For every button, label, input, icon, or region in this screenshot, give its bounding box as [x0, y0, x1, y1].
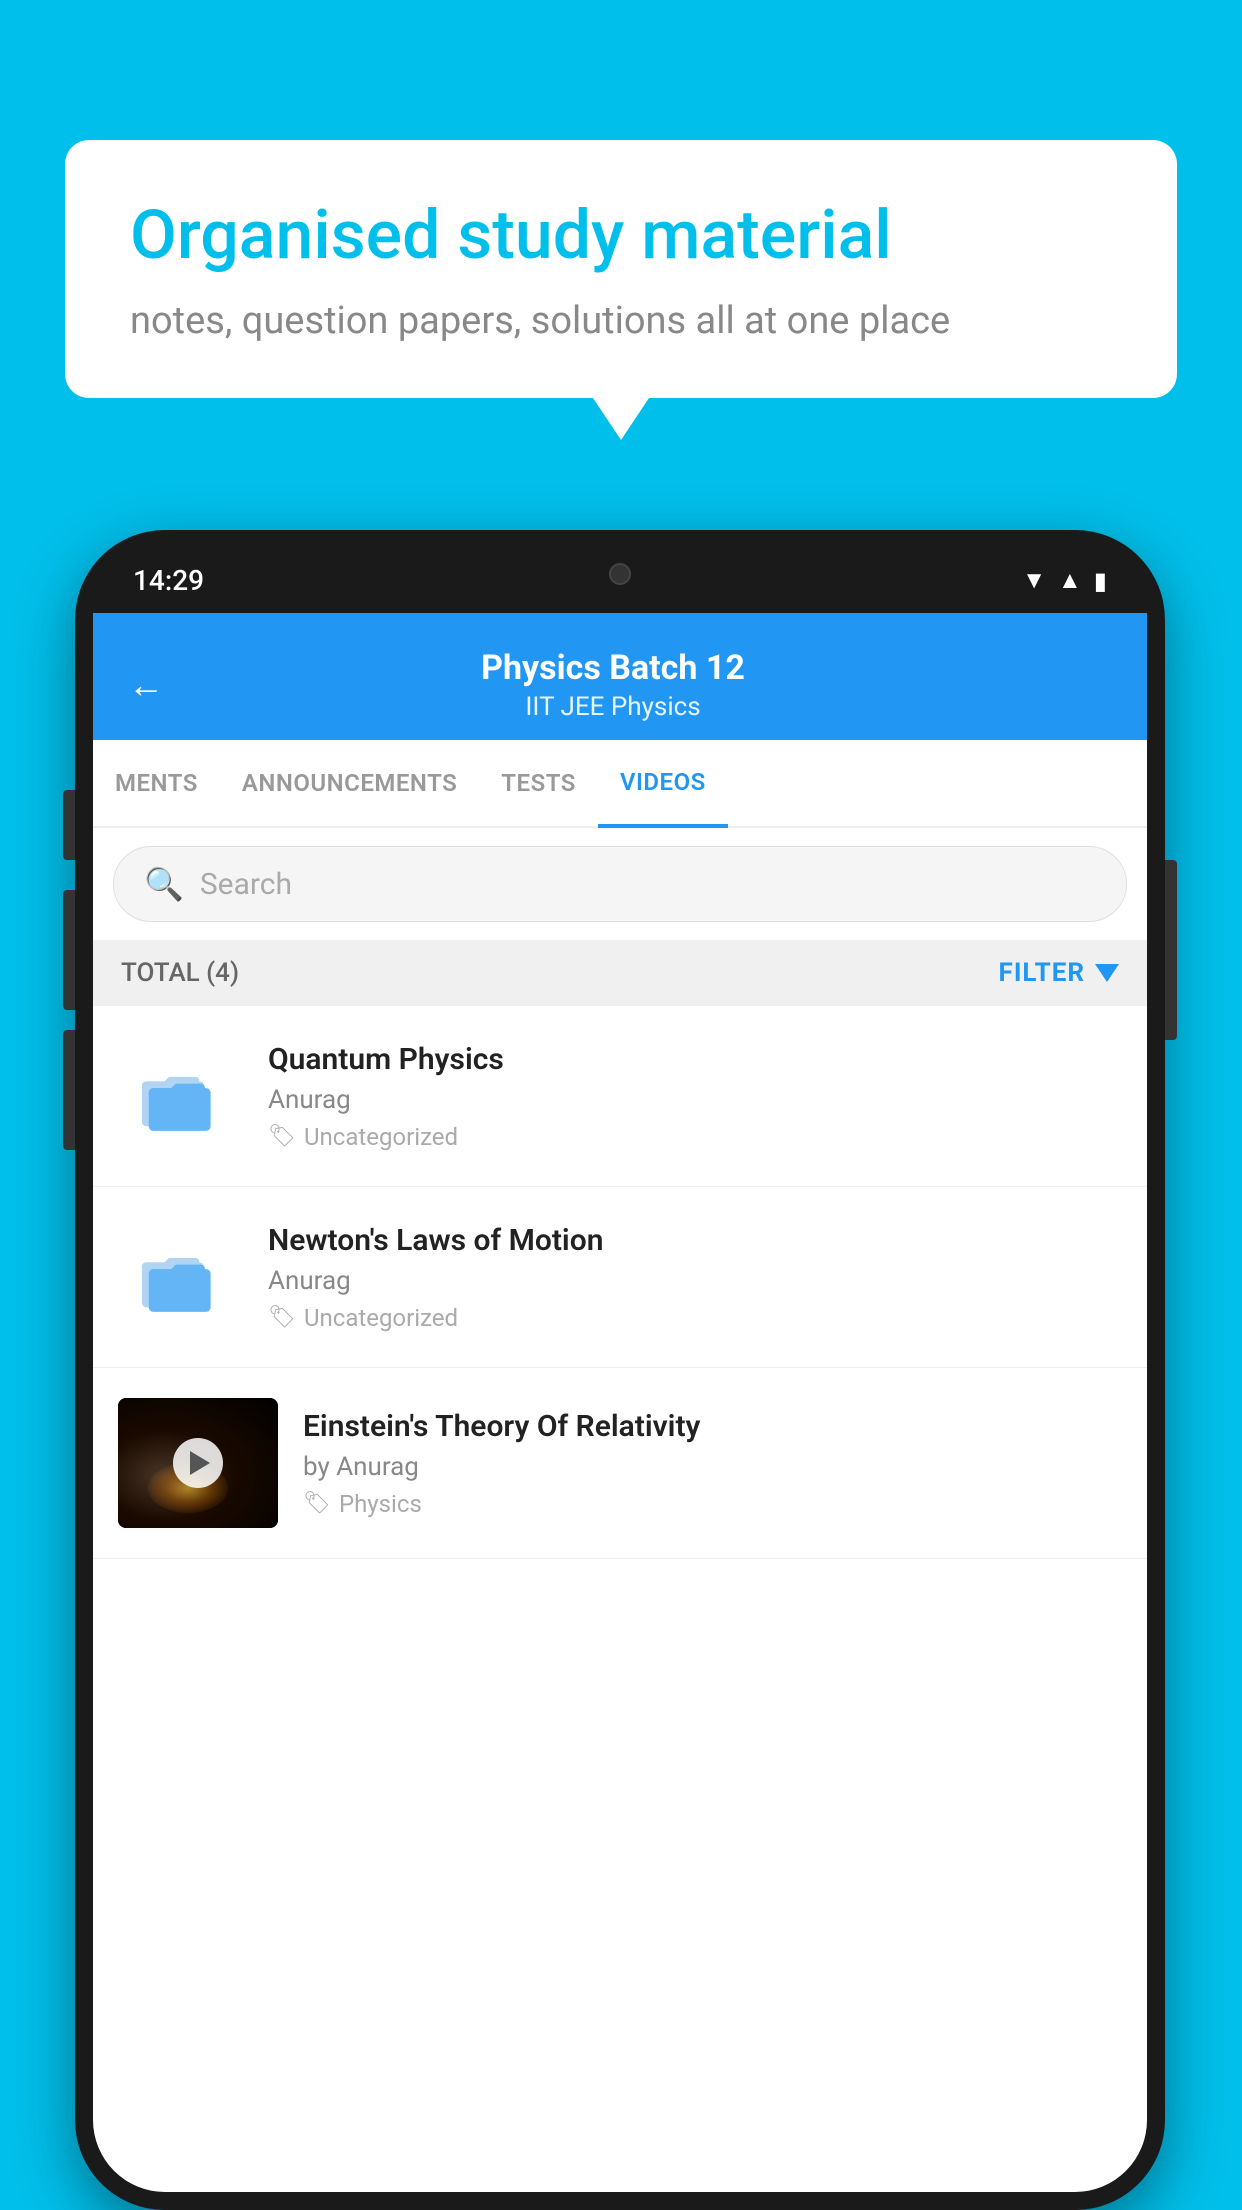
tab-videos[interactable]: VIDEOS [598, 740, 728, 828]
phone-frame: 14:29 ▼ ▲ ▮ ← Physics Batch 12 IIT JEE P… [75, 530, 1165, 2210]
phone-side-button-right [1165, 860, 1177, 1040]
total-count: TOTAL (4) [121, 958, 239, 988]
tab-tests[interactable]: TESTS [479, 741, 598, 825]
tag-icon-3: 🏷 [303, 1491, 331, 1516]
phone-side-button-2 [63, 890, 75, 1010]
speech-bubble-subtitle: notes, question papers, solutions all at… [130, 299, 1112, 343]
batch-subtitle: IIT JEE Physics [164, 692, 1062, 722]
filter-icon [1095, 964, 1119, 982]
video-author-1: Anurag [268, 1085, 1122, 1115]
list-item[interactable]: Quantum Physics Anurag 🏷 Uncategorized [93, 1006, 1147, 1187]
list-item[interactable]: Einstein's Theory Of Relativity by Anura… [93, 1368, 1147, 1559]
search-bar[interactable]: 🔍 Search [113, 846, 1127, 922]
tabs-row: MENTS ANNOUNCEMENTS TESTS VIDEOS [93, 740, 1147, 828]
search-placeholder: Search [200, 867, 292, 902]
filter-label: FILTER [999, 958, 1085, 988]
phone-camera [609, 563, 631, 585]
play-icon [190, 1451, 210, 1475]
play-button[interactable] [173, 1438, 223, 1488]
video-tag-3: 🏷 Physics [303, 1490, 1122, 1518]
video-thumbnail-3 [118, 1398, 278, 1528]
video-author-3: by Anurag [303, 1452, 1122, 1482]
tag-icon-2: 🏷 [268, 1305, 296, 1330]
tab-ments[interactable]: MENTS [93, 741, 220, 825]
video-list: Quantum Physics Anurag 🏷 Uncategorized [93, 1006, 1147, 1559]
phone-time: 14:29 [133, 564, 204, 597]
phone-side-button-1 [63, 790, 75, 860]
phone-notch [520, 548, 720, 600]
tag-label-1: Uncategorized [304, 1123, 458, 1151]
folder-thumb-2 [118, 1217, 238, 1337]
video-tag-1: 🏷 Uncategorized [268, 1123, 1122, 1151]
phone-status-icons: ▼ ▲ ▮ [1022, 566, 1107, 595]
batch-title: Physics Batch 12 [164, 648, 1062, 688]
video-title-1: Quantum Physics [268, 1042, 1122, 1077]
app-header: ← Physics Batch 12 IIT JEE Physics [93, 613, 1147, 740]
filter-row: TOTAL (4) FILTER [93, 940, 1147, 1006]
video-tag-2: 🏷 Uncategorized [268, 1304, 1122, 1332]
header-title-block: Physics Batch 12 IIT JEE Physics [164, 648, 1062, 722]
wifi-icon: ▼ [1022, 566, 1046, 595]
filter-button[interactable]: FILTER [999, 958, 1119, 988]
speech-bubble-title: Organised study material [130, 195, 1112, 277]
tag-label-3: Physics [339, 1490, 422, 1518]
speech-bubble-container: Organised study material notes, question… [65, 140, 1177, 398]
search-icon: 🔍 [144, 865, 184, 903]
video-title-2: Newton's Laws of Motion [268, 1223, 1122, 1258]
video-author-2: Anurag [268, 1266, 1122, 1296]
back-button[interactable]: ← [128, 664, 164, 706]
list-item[interactable]: Newton's Laws of Motion Anurag 🏷 Uncateg… [93, 1187, 1147, 1368]
tag-label-2: Uncategorized [304, 1304, 458, 1332]
battery-icon: ▮ [1094, 567, 1107, 595]
phone-screen: ← Physics Batch 12 IIT JEE Physics MENTS… [93, 613, 1147, 2192]
video-item-info-1: Quantum Physics Anurag 🏷 Uncategorized [268, 1042, 1122, 1151]
video-item-info-2: Newton's Laws of Motion Anurag 🏷 Uncateg… [268, 1223, 1122, 1332]
video-title-3: Einstein's Theory Of Relativity [303, 1409, 1122, 1444]
video-item-info-3: Einstein's Theory Of Relativity by Anura… [303, 1409, 1122, 1518]
tag-icon-1: 🏷 [268, 1124, 296, 1149]
speech-bubble: Organised study material notes, question… [65, 140, 1177, 398]
folder-thumb-1 [118, 1036, 238, 1156]
tab-announcements[interactable]: ANNOUNCEMENTS [220, 741, 479, 825]
phone-side-button-3 [63, 1030, 75, 1150]
signal-icon: ▲ [1058, 566, 1082, 595]
